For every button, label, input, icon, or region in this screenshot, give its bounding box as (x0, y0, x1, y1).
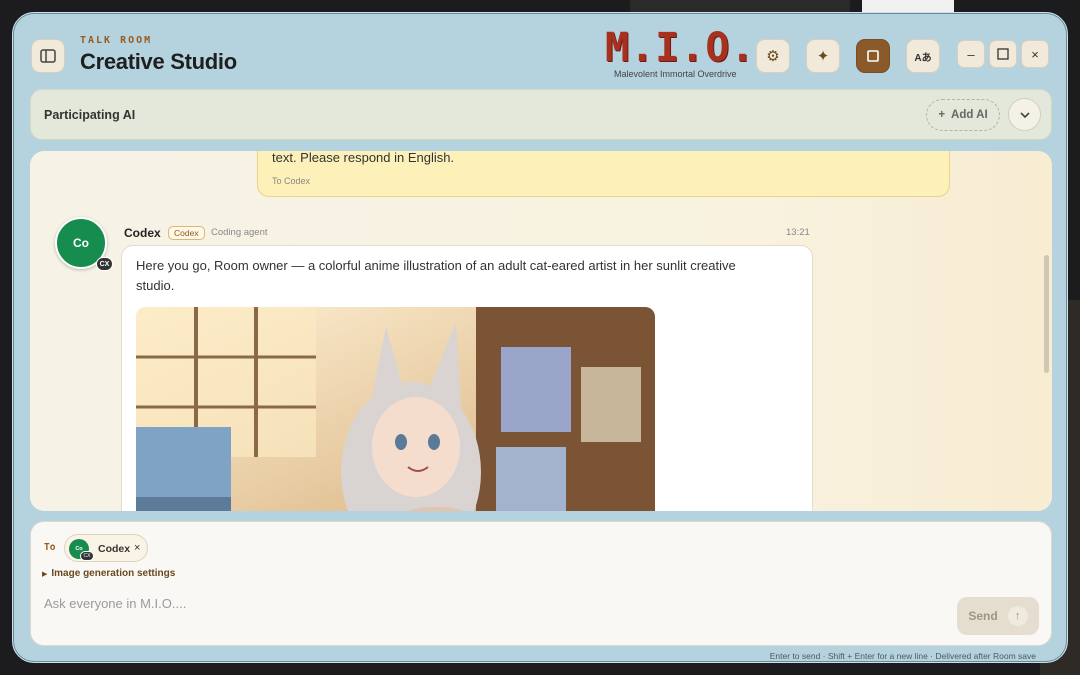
sparkle-icon: ✦ (816, 48, 830, 65)
keyboard-hint: Enter to send · Shift + Enter for a new … (769, 651, 1036, 661)
generated-image[interactable] (136, 307, 655, 511)
avatar-badge: CX (96, 257, 113, 271)
gear-icon: ⚙ (766, 48, 780, 65)
participants-label: Participating AI (44, 108, 136, 122)
sidebar-toggle-button[interactable] (31, 39, 65, 73)
participants-panel: Participating AI + Add AI (30, 89, 1052, 140)
close-icon: × (1031, 46, 1039, 62)
composer-panel: To Co CX Codex × ▶ Image generation setti… (30, 521, 1052, 646)
outgoing-message: text. Please respond in English. To Code… (257, 151, 950, 197)
add-ai-label: Add AI (951, 109, 988, 121)
chat-area[interactable]: text. Please respond in English. To Code… (30, 151, 1052, 511)
send-button[interactable]: Send ↑ (957, 597, 1039, 635)
minimize-button[interactable]: – (957, 40, 985, 68)
message-sender: Codex (124, 226, 161, 240)
maximize-button[interactable] (989, 40, 1017, 68)
chip-avatar-badge: CX (80, 551, 94, 561)
close-window-button[interactable]: × (1021, 40, 1049, 68)
outgoing-message-text: text. Please respond in English. (272, 151, 455, 165)
view-toggle-button[interactable] (856, 39, 890, 73)
language-button[interactable]: Aあ (906, 39, 940, 73)
arrow-up-icon: ↑ (1007, 606, 1028, 626)
recipient-chip[interactable]: Co CX Codex × (64, 534, 148, 562)
anime-illustration (136, 307, 655, 511)
app-logo-subtitle: Malevolent Immortal Overdrive (614, 69, 737, 79)
app-logo: M.I.O. (605, 25, 756, 71)
chat-scrollbar[interactable] (1044, 255, 1049, 373)
sender-tag: Codex (168, 226, 205, 240)
sender-role: Coding agent (211, 227, 268, 238)
disclosure-triangle-icon: ▶ (42, 571, 48, 578)
maximize-icon (997, 48, 1009, 60)
message-input[interactable] (44, 592, 924, 614)
title-bar: TALK ROOM Creative Studio M.I.O. Malevol… (13, 13, 1067, 89)
translate-icon: Aあ (914, 52, 932, 64)
plus-icon: + (938, 109, 946, 121)
app-window: TALK ROOM Creative Studio M.I.O. Malevol… (12, 12, 1068, 663)
image-settings-label: Image generation settings (51, 568, 176, 579)
collapse-participants-button[interactable] (1008, 98, 1041, 131)
send-label: Send (968, 609, 998, 623)
room-title: Creative Studio (80, 49, 237, 74)
reply-message: Here you go, Room owner — a colorful ani… (121, 245, 813, 511)
settings-button[interactable]: ⚙ (756, 39, 790, 73)
square-icon (867, 50, 879, 62)
outgoing-message-recipient: To Codex (272, 176, 311, 186)
chevron-down-icon (1019, 111, 1030, 118)
remove-recipient-button[interactable]: × (134, 542, 140, 554)
reply-message-text: Here you go, Room owner — a colorful ani… (136, 258, 736, 293)
room-kicker: TALK ROOM (80, 35, 153, 46)
sidebar-icon (40, 49, 56, 63)
desktop-background (862, 0, 954, 12)
to-label: To (44, 542, 56, 553)
add-ai-button[interactable]: + Add AI (926, 99, 1000, 131)
chip-name: Codex (98, 543, 131, 555)
message-timestamp: 13:21 (786, 227, 810, 238)
image-generation-settings-toggle[interactable]: ▶ Image generation settings (42, 568, 175, 579)
minimize-icon: – (967, 46, 975, 62)
sparkle-button[interactable]: ✦ (806, 39, 840, 73)
